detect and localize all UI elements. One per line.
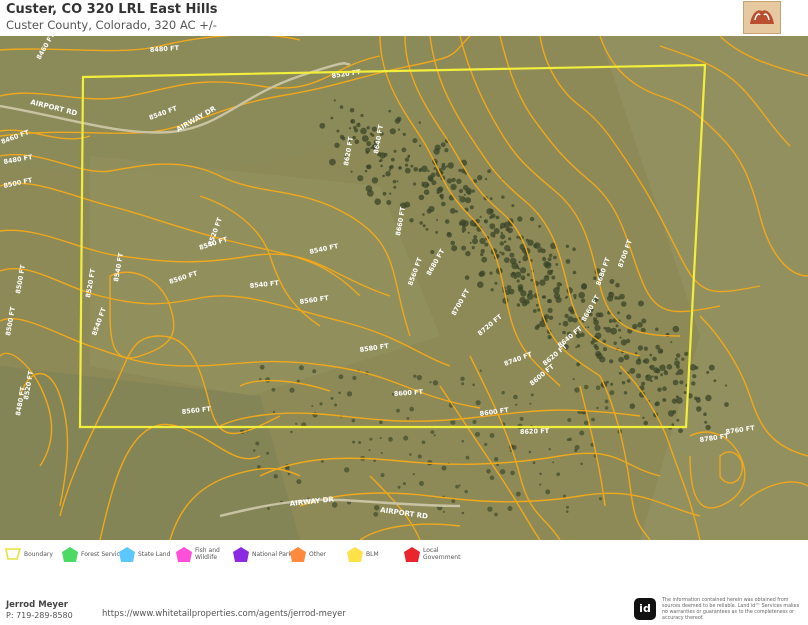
contour-label: 8620 FT [520,427,550,436]
agent-phone: P: 719-289-8580 [6,611,73,620]
disclaimer-text: The information contained herein was obt… [662,598,800,621]
legend-label: Other [309,551,327,558]
other-swatch-icon [290,547,306,562]
fish-wildlife-swatch-icon [176,547,192,562]
whitetail-logo [743,1,781,34]
agent-url-link[interactable]: https://www.whitetailproperties.com/agen… [102,609,346,619]
map-title: Custer, CO 320 LRL East Hills [6,2,218,17]
agent-name: Jerrod Meyer [6,600,68,610]
legend-label: State Land [138,551,171,558]
national-park-swatch-icon [233,547,249,562]
legend-label: Fish and Wildlife [195,547,220,561]
forest-service-swatch-icon [62,547,78,562]
legend-label: Boundary [24,551,53,558]
header: Custer, CO 320 LRL East Hills Custer Cou… [0,0,808,36]
legend: Boundary Forest Servic State Land Fish a… [0,540,808,584]
map-subtitle: Custer County, Colorado, 320 AC +/- [6,18,217,32]
local-government-swatch-icon [404,547,420,562]
legend-label: Local Government [423,547,461,561]
boundary-swatch-icon [5,548,22,560]
blm-swatch-icon [347,547,363,562]
state-land-swatch-icon [119,547,135,562]
legend-label: Forest Servic [81,551,120,558]
land-id-logo-icon: id [634,598,656,620]
legend-label: BLM [366,551,379,558]
legend-label: National Park [252,551,292,558]
footer: Jerrod Meyer P: 719-289-8580 https://www… [0,584,808,625]
map-view[interactable]: AIRPORT RD AIRWAY DR AIRWAY DR AIRPORT R… [0,36,808,540]
